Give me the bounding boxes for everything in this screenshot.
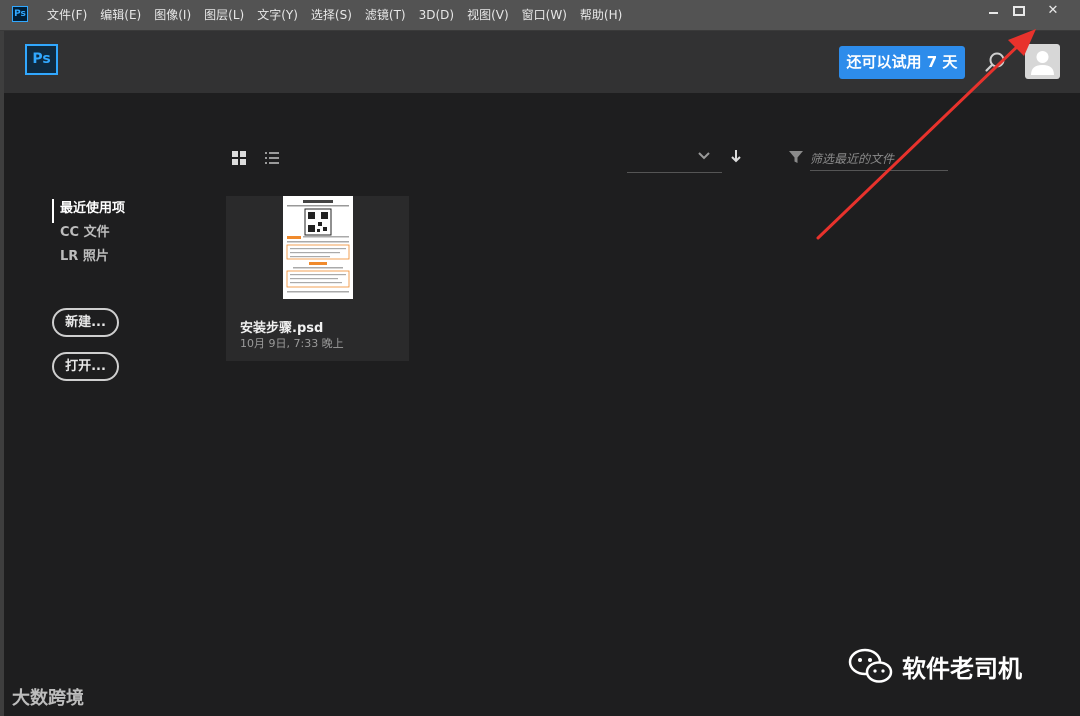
wechat-icon (848, 648, 893, 683)
menu-help[interactable]: 帮助(H) (580, 0, 622, 30)
file-thumbnail (283, 196, 353, 299)
menu-items: 文件(F) 编辑(E) 图像(I) 图层(L) 文字(Y) 选择(S) 滤镜(T… (47, 0, 635, 30)
maximize-icon (1013, 5, 1025, 16)
menu-view[interactable]: 视图(V) (467, 0, 509, 30)
nav-lr-photos[interactable]: LR 照片 (52, 247, 125, 271)
menu-image[interactable]: 图像(I) (154, 0, 191, 30)
document-thumbnail-image (286, 200, 350, 293)
recent-file-name: 安装步骤.psd (240, 321, 324, 336)
maximize-button[interactable] (1002, 0, 1036, 22)
sort-direction-icon[interactable] (729, 149, 743, 163)
menu-3d[interactable]: 3D(D) (419, 0, 454, 30)
home-nav: 最近使用项 CC 文件 LR 照片 (52, 199, 125, 271)
annotation-arrow (816, 29, 1036, 240)
recent-file-date: 10月 9日, 7:33 晚上 (240, 337, 344, 350)
trial-days-button[interactable]: 还可以试用 7 天 (839, 46, 965, 79)
window-left-edge (0, 31, 4, 716)
menu-select[interactable]: 选择(S) (311, 0, 352, 30)
open-file-button[interactable]: 打开... (52, 352, 119, 381)
ps-logo: Ps (25, 44, 58, 75)
menu-window[interactable]: 窗口(W) (522, 0, 567, 30)
nav-recent[interactable]: 最近使用项 (52, 199, 125, 223)
filter-icon (789, 151, 803, 163)
menu-filter[interactable]: 滤镜(T) (365, 0, 406, 30)
home-header: Ps 还可以试用 7 天 (4, 31, 1080, 93)
menu-layer[interactable]: 图层(L) (204, 0, 244, 30)
sort-dropdown[interactable] (627, 172, 722, 173)
close-icon: ✕ (1047, 3, 1059, 18)
close-button[interactable]: ✕ (1036, 0, 1070, 22)
filter-recent-files-input[interactable] (810, 148, 948, 171)
menu-type[interactable]: 文字(Y) (257, 0, 298, 30)
chevron-down-icon[interactable] (697, 149, 711, 163)
list-view-icon[interactable] (265, 151, 279, 165)
menu-edit[interactable]: 编辑(E) (100, 0, 141, 30)
menu-file[interactable]: 文件(F) (47, 0, 87, 30)
watermark-logo-text: 大数跨境 (12, 688, 84, 709)
photoshop-app-icon: Ps (12, 6, 28, 22)
recent-file-card[interactable]: 安装步骤.psd 10月 9日, 7:33 晚上 (226, 196, 409, 361)
watermark-account-name: 软件老司机 (902, 654, 1022, 683)
new-file-button[interactable]: 新建... (52, 308, 119, 337)
user-icon (1031, 51, 1054, 75)
search-icon[interactable] (984, 51, 1006, 73)
menu-bar: Ps 文件(F) 编辑(E) 图像(I) 图层(L) 文字(Y) 选择(S) 滤… (0, 0, 1080, 31)
minimize-icon (988, 11, 998, 14)
grid-view-icon[interactable] (232, 151, 246, 165)
avatar[interactable] (1025, 44, 1060, 79)
watermark-wechat: 软件老司机 (848, 648, 1022, 684)
nav-cc-files[interactable]: CC 文件 (52, 223, 125, 247)
